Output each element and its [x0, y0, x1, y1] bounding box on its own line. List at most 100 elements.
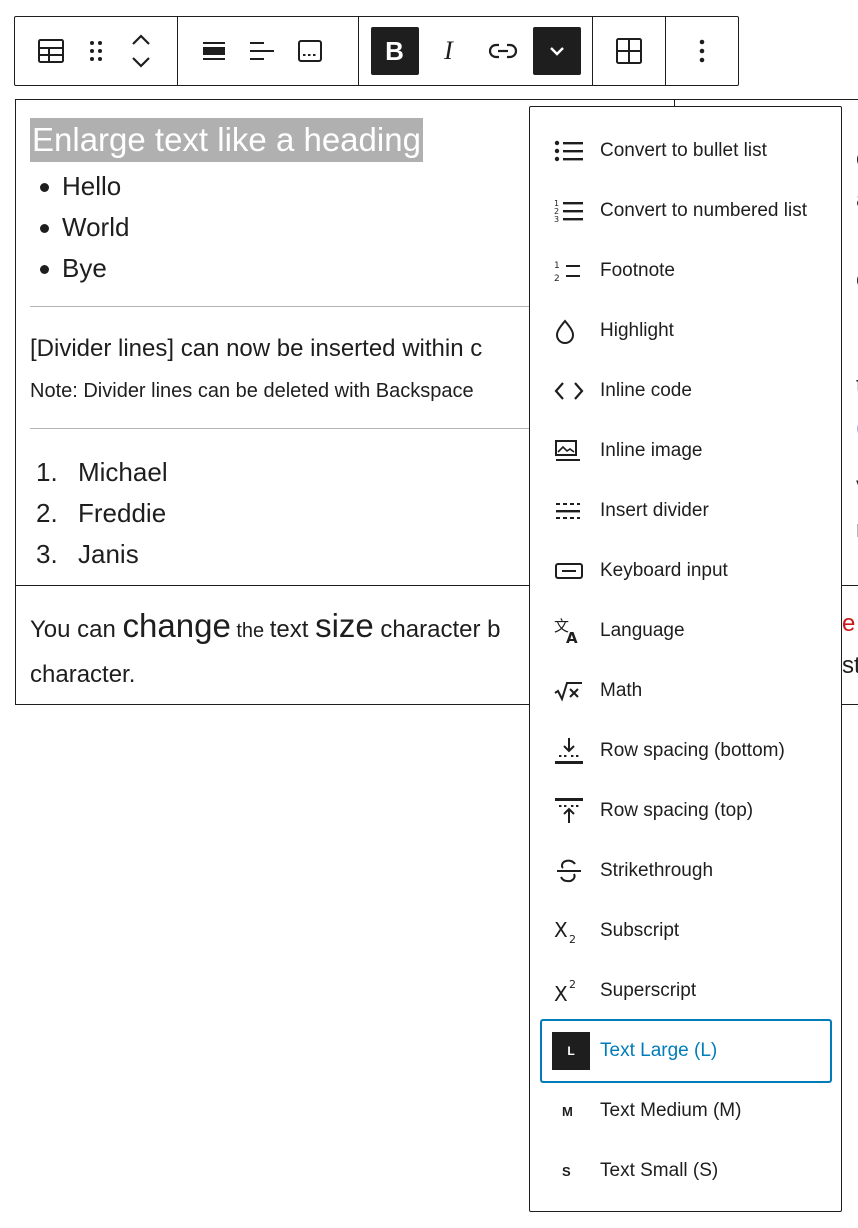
menu-item-strikethrough[interactable]: Strikethrough	[540, 841, 832, 901]
highlighted-heading-text[interactable]: Enlarge text like a heading	[30, 118, 423, 162]
drag-handle[interactable]	[75, 27, 117, 75]
toolbar-group-block	[15, 17, 178, 85]
list-item[interactable]: 3. Janis	[36, 534, 168, 575]
text-large-icon: L	[552, 1032, 600, 1070]
format-dropdown-menu: Convert to bullet list 123 Convert to nu…	[529, 106, 842, 1212]
text-large-badge: L	[552, 1032, 590, 1070]
list-item[interactable]: 2. Freddie	[36, 493, 168, 534]
toolbar-group-options	[666, 17, 738, 85]
menu-item-label: Superscript	[600, 980, 697, 1001]
menu-item-footnote[interactable]: 12 Footnote	[540, 241, 832, 301]
toolbar-group-align	[178, 17, 359, 85]
list-item[interactable]: World	[38, 207, 129, 248]
table-icon	[38, 39, 64, 63]
menu-item-inline-code[interactable]: Inline code	[540, 361, 832, 421]
menu-item-highlight[interactable]: Highlight	[540, 301, 832, 361]
menu-item-label: Highlight	[600, 320, 674, 341]
list-number: 2.	[36, 498, 58, 528]
menu-item-label: Footnote	[600, 260, 675, 281]
menu-item-convert-numbered-list[interactable]: 123 Convert to numbered list	[540, 181, 832, 241]
menu-item-text-small[interactable]: S Text Small (S)	[540, 1141, 832, 1201]
menu-item-label: Subscript	[600, 920, 680, 941]
language-icon: 文A	[554, 613, 600, 649]
text-run-large: size	[315, 607, 374, 644]
table-grid-icon	[616, 38, 643, 64]
bold-icon: B	[385, 35, 404, 66]
list-text: Freddie	[78, 498, 167, 528]
divider-text[interactable]: [Divider lines] can now be inserted with…	[30, 333, 482, 365]
divider-icon	[554, 493, 600, 529]
bold-button[interactable]: B	[370, 27, 419, 75]
menu-item-convert-bullet-list[interactable]: Convert to bullet list	[540, 121, 832, 181]
caption-icon	[297, 40, 322, 62]
divider-line	[30, 428, 560, 429]
align-wide-button[interactable]	[190, 27, 238, 75]
code-icon	[554, 373, 600, 409]
strikethrough-icon	[554, 853, 600, 889]
vertical-ellipsis-icon	[699, 39, 705, 63]
size-paragraph[interactable]: You can change the text size character b…	[30, 604, 501, 696]
menu-item-inline-image[interactable]: Inline image	[540, 421, 832, 481]
list-number: 1.	[36, 457, 58, 487]
text-small-badge: S	[562, 1163, 571, 1179]
svg-text:3: 3	[554, 215, 559, 224]
cell-text-fragment: e	[842, 610, 856, 637]
menu-item-insert-divider[interactable]: Insert divider	[540, 481, 832, 541]
text-run: You can	[30, 616, 123, 643]
link-icon	[488, 43, 517, 59]
svg-text:X: X	[554, 918, 568, 942]
edit-table-button[interactable]	[605, 27, 653, 75]
table-block-button[interactable]	[27, 27, 75, 75]
svg-text:1: 1	[554, 261, 560, 271]
text-run-small: the	[230, 620, 270, 642]
math-icon	[554, 673, 600, 709]
menu-item-math[interactable]: Math	[540, 661, 832, 721]
text-small-icon: S	[554, 1153, 600, 1189]
italic-icon: I	[444, 36, 453, 65]
list-item[interactable]: 1. Michael	[36, 452, 168, 493]
block-toolbar: B I	[14, 16, 739, 86]
svg-text:2: 2	[569, 933, 576, 945]
menu-item-subscript[interactable]: X2 Subscript	[540, 901, 832, 961]
list-item[interactable]: Hello	[38, 166, 129, 207]
numbered-list-icon: 123	[554, 193, 600, 229]
menu-item-label: Strikethrough	[600, 860, 714, 881]
divider-note[interactable]: Note: Divider lines can be deleted with …	[30, 377, 474, 405]
text-medium-badge: M	[562, 1103, 573, 1119]
bullet-list-icon	[554, 133, 600, 169]
menu-item-row-spacing-top[interactable]: Row spacing (top)	[540, 781, 832, 841]
list-item[interactable]: Bye	[38, 248, 129, 289]
numbered-list: 1. Michael 2. Freddie 3. Janis	[36, 452, 168, 575]
menu-item-language[interactable]: 文A Language	[540, 601, 832, 661]
list-number: 3.	[36, 539, 58, 569]
italic-button[interactable]: I	[425, 27, 473, 75]
menu-item-label: Keyboard input	[600, 560, 728, 581]
svg-text:2: 2	[569, 978, 576, 991]
cell-text-fragment: sta	[842, 652, 858, 679]
toolbar-group-table	[593, 17, 667, 85]
menu-item-superscript[interactable]: X2 Superscript	[540, 961, 832, 1021]
subscript-icon: X2	[554, 913, 600, 949]
options-button[interactable]	[678, 27, 726, 75]
caption-button[interactable]	[286, 27, 334, 75]
menu-item-label: Convert to bullet list	[600, 140, 767, 161]
text-align-button[interactable]	[238, 27, 286, 75]
menu-item-label: Text Large (L)	[600, 1040, 718, 1061]
superscript-icon: X2	[554, 973, 600, 1009]
toolbar-group-format: B I	[359, 17, 594, 85]
row-spacing-top-icon	[554, 793, 600, 829]
menu-item-keyboard-input[interactable]: Keyboard input	[540, 541, 832, 601]
menu-item-text-medium[interactable]: M Text Medium (M)	[540, 1081, 832, 1141]
menu-item-label: Text Medium (M)	[600, 1100, 742, 1121]
move-up-down-buttons[interactable]	[117, 27, 165, 75]
keyboard-icon	[554, 553, 600, 589]
row-spacing-bottom-icon	[554, 733, 600, 769]
menu-item-row-spacing-bottom[interactable]: Row spacing (bottom)	[540, 721, 832, 781]
drag-handle-icon	[90, 41, 102, 61]
align-wide-icon	[202, 42, 225, 60]
more-formatting-button[interactable]	[532, 27, 581, 75]
menu-item-text-large[interactable]: L Text Large (L)	[540, 1019, 832, 1083]
menu-item-label: Row spacing (bottom)	[600, 740, 785, 761]
divider-line	[30, 306, 560, 307]
link-button[interactable]	[479, 27, 527, 75]
